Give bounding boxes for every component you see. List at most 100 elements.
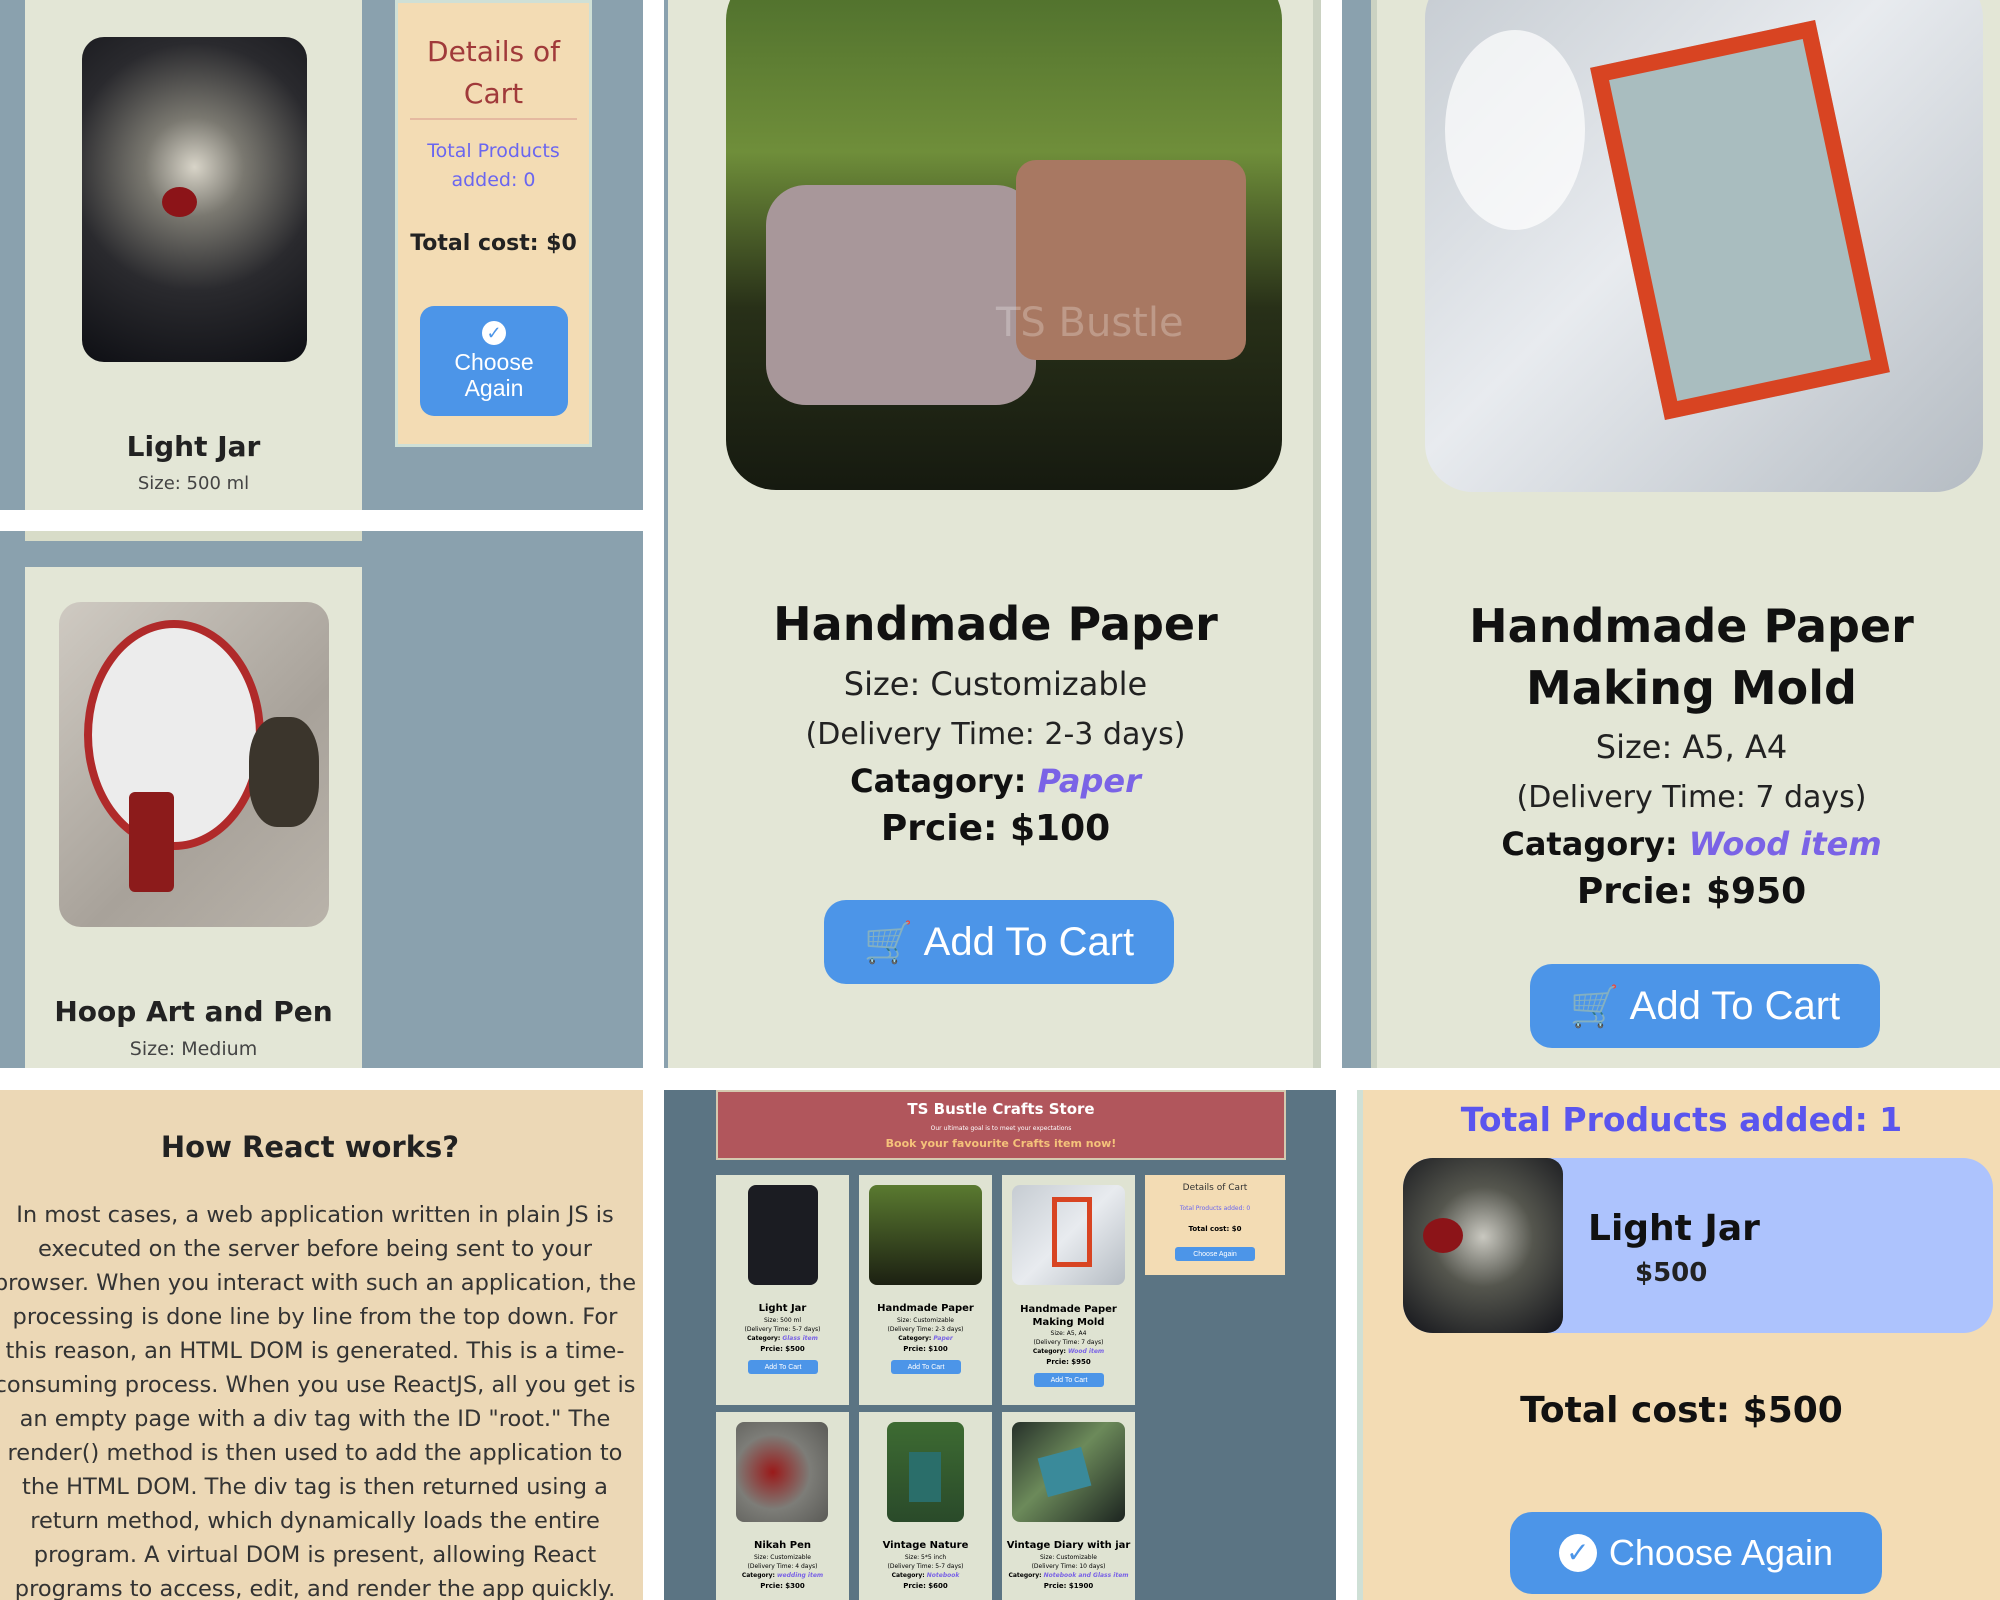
- add-to-cart-button[interactable]: 🛒 Add To Cart: [824, 900, 1174, 984]
- mini-size: Size: 500 ml: [763, 1317, 802, 1324]
- mini-add-to-cart-label: Add To Cart: [907, 1363, 945, 1371]
- mini-product-image: [869, 1185, 982, 1285]
- mini-category-label: Category:: [891, 1572, 925, 1579]
- mini-price: Prcie: $600: [903, 1582, 948, 1590]
- store-subtitle: Our ultimate goal is to meet your expect…: [930, 1125, 1072, 1132]
- mini-category-link[interactable]: Glass item: [782, 1335, 818, 1342]
- paper-mold-size: Size: A5, A4: [1595, 728, 1788, 766]
- choose-again-button[interactable]: ✓ Choose Again: [1510, 1512, 1882, 1594]
- mini-category-link[interactable]: wedding item: [777, 1572, 823, 1579]
- mini-category-link[interactable]: Wood item: [1068, 1348, 1104, 1355]
- choose-again-button[interactable]: ✓ Choose Again: [420, 306, 568, 416]
- mini-name: Vintage Diary with jar: [1006, 1540, 1131, 1551]
- paper-mold-name: Handmade Paper Making Mold: [1469, 599, 1914, 715]
- mini-name: Handmade Paper: [877, 1303, 974, 1314]
- add-to-cart-label: Add To Cart: [923, 919, 1135, 964]
- mini-product-card: Light Jar Size: 500 ml (Delivery Time: 5…: [716, 1175, 849, 1405]
- top-left-panel-lower: Hoop Art and Pen Size: Medium: [0, 531, 643, 1068]
- handmade-paper-name: Handmade Paper: [773, 597, 1218, 651]
- mini-add-to-cart-button[interactable]: Add To Cart: [1034, 1373, 1104, 1387]
- store-title: TS Bustle Crafts Store: [907, 1100, 1095, 1118]
- hoop-art-name: Hoop Art and Pen: [54, 995, 333, 1028]
- category-link[interactable]: Paper: [1038, 762, 1141, 800]
- cart-details: Details of Cart Total Products added: 0 …: [395, 0, 592, 447]
- choose-again-label: Choose Again: [1608, 1532, 1834, 1573]
- mini-product-card: Handmade Paper Size: Customizable (Deliv…: [859, 1175, 992, 1405]
- mini-delivery: (Delivery Time: 10 days): [1031, 1563, 1106, 1570]
- mini-cart-total-cost: Total cost: $0: [1188, 1225, 1242, 1233]
- mini-product-card: Vintage Diary with jar Size: Customizabl…: [1002, 1412, 1135, 1600]
- mini-category-link[interactable]: Notebook: [927, 1572, 960, 1579]
- bottom-left-panel: How React works? In most cases, a web ap…: [0, 1090, 643, 1600]
- category-link[interactable]: Wood item: [1689, 825, 1882, 863]
- mini-delivery: (Delivery Time: 2-3 days): [887, 1326, 964, 1333]
- check-circle-icon: ✓: [482, 321, 506, 345]
- handmade-paper-size: Size: Customizable: [843, 665, 1148, 703]
- mini-add-to-cart-button[interactable]: Add To Cart: [891, 1360, 961, 1374]
- cart-total-cost: Total cost: $500: [1520, 1390, 1843, 1431]
- watermark-text: TS Bustle: [996, 300, 1184, 346]
- product-card-handmade-paper: TS Bustle Handmade Paper Size: Customiza…: [668, 0, 1321, 1068]
- mini-name: Light Jar: [758, 1303, 807, 1314]
- cart-icon: 🛒: [863, 920, 914, 965]
- mini-add-to-cart-label: Add To Cart: [1050, 1376, 1088, 1384]
- mini-category-link[interactable]: Notebook and Glass item: [1044, 1572, 1129, 1579]
- mini-category-link[interactable]: Paper: [933, 1335, 952, 1342]
- mini-product-image: [736, 1422, 828, 1522]
- bottom-middle-panel: TS Bustle Crafts Store Our ultimate goal…: [664, 1090, 1336, 1600]
- add-to-cart-label: Add To Cart: [1629, 983, 1841, 1028]
- mini-category-label: Category:: [1032, 1348, 1066, 1355]
- mini-cart-details: Details of Cart Total Products added: 0 …: [1145, 1175, 1285, 1275]
- mini-category: Category: Notebook and Glass item: [1002, 1572, 1135, 1579]
- cart-total-products: Total Products added: 1: [1460, 1100, 1903, 1139]
- light-jar-name: Light Jar: [126, 430, 261, 463]
- store-header: TS Bustle Crafts Store Our ultimate goal…: [716, 1090, 1286, 1160]
- cart-title: Details of Cart: [427, 35, 560, 110]
- mini-add-to-cart-label: Add To Cart: [764, 1363, 802, 1371]
- mini-size: Size: Customizable: [1040, 1554, 1097, 1561]
- react-body-text: In most cases, a web application written…: [0, 1202, 637, 1600]
- mini-size: Size: 5*5 inch: [904, 1554, 947, 1561]
- cart-item-price: $500: [1635, 1258, 1708, 1288]
- bottom-right-panel: Total Products added: 1 Light Jar $500 T…: [1357, 1090, 2000, 1600]
- mini-name: Nikah Pen: [753, 1540, 812, 1551]
- mini-product-card: Vintage Nature Size: 5*5 inch (Delivery …: [859, 1412, 992, 1600]
- light-jar-image: [82, 37, 307, 362]
- mini-add-to-cart-button[interactable]: Add To Cart: [748, 1360, 818, 1374]
- mini-delivery: (Delivery Time: 7 days): [1033, 1339, 1104, 1346]
- handmade-paper-image: TS Bustle: [726, 0, 1282, 490]
- add-to-cart-button[interactable]: 🛒 Add To Cart: [1530, 964, 1880, 1048]
- react-heading: How React works?: [160, 1130, 460, 1164]
- mini-price: Prcie: $500: [760, 1345, 805, 1353]
- store-tagline: Book your favourite Crafts item now!: [885, 1137, 1117, 1150]
- paper-mold-image: [1425, 0, 1983, 492]
- mini-category: Category: Paper: [859, 1335, 992, 1342]
- mini-category-label: Category:: [747, 1335, 781, 1342]
- mini-category-label: Category:: [1008, 1572, 1042, 1579]
- mini-category: Category: wedding item: [716, 1572, 849, 1579]
- mini-price: Prcie: $950: [1046, 1358, 1091, 1366]
- handmade-paper-category: Catagory: Paper: [668, 762, 1321, 800]
- mini-size: Size: Customizable: [897, 1317, 954, 1324]
- cart-icon: 🛒: [1569, 984, 1620, 1029]
- handmade-paper-price: Prcie: $100: [880, 808, 1111, 849]
- top-middle-panel: TS Bustle Handmade Paper Size: Customiza…: [664, 0, 1321, 1068]
- hoop-art-image: [59, 602, 329, 927]
- mini-product-card: Handmade Paper Making Mold Size: A5, A4 …: [1002, 1175, 1135, 1405]
- cart-item-name: Light Jar: [1588, 1208, 1760, 1249]
- category-label: Catagory:: [1501, 825, 1678, 863]
- mini-category-label: Category:: [898, 1335, 932, 1342]
- mini-category: Category: Wood item: [1002, 1348, 1135, 1355]
- mini-cart-title: Details of Cart: [1182, 1183, 1248, 1193]
- mini-price: Prcie: $300: [760, 1582, 805, 1590]
- top-right-panel: Handmade Paper Making Mold Size: A5, A4 …: [1342, 0, 2000, 1068]
- hoop-art-size: Size: Medium: [129, 1038, 258, 1060]
- light-jar-size: Size: 500 ml: [137, 473, 250, 494]
- paper-mold-delivery: (Delivery Time: 7 days): [1516, 780, 1867, 815]
- mini-category-label: Category:: [741, 1572, 775, 1579]
- mini-name: Handmade Paper Making Mold: [1020, 1304, 1117, 1328]
- mini-choose-again-button[interactable]: Choose Again: [1175, 1247, 1255, 1261]
- product-card-hoop-art: Hoop Art and Pen Size: Medium: [25, 567, 362, 1068]
- mini-delivery: (Delivery Time: 5-7 days): [744, 1326, 821, 1333]
- paper-mold-category: Catagory: Wood item: [1377, 825, 2000, 863]
